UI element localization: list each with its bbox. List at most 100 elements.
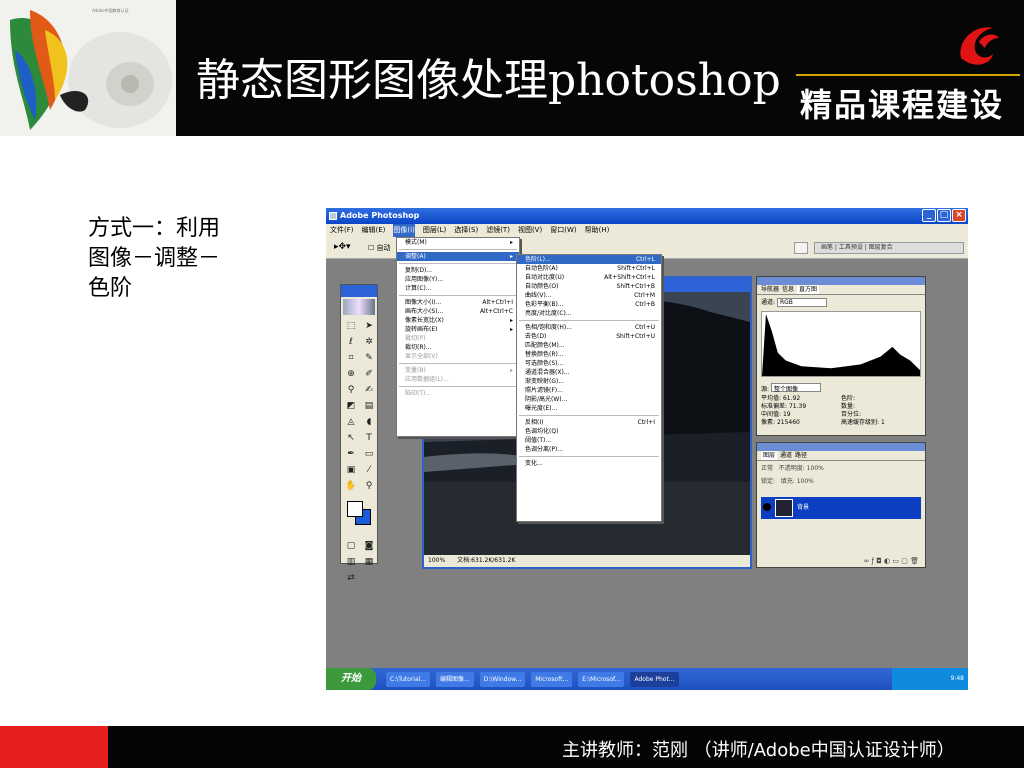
tab-layers[interactable]: 图层 — [761, 451, 778, 460]
crop-tool-icon[interactable]: ⌗ — [343, 351, 359, 365]
history-brush-tool-icon[interactable]: ✍ — [361, 383, 377, 397]
tab-info[interactable]: 信息 — [782, 285, 794, 294]
link-layers-icon[interactable]: ∞ — [863, 557, 869, 565]
taskbar-item[interactable]: D:\Window... — [479, 671, 526, 687]
notes-tool-icon[interactable]: ▣ — [343, 463, 359, 477]
pen-tool-icon[interactable]: ✒ — [343, 447, 359, 461]
adjust-item-variations[interactable]: 变化... — [517, 459, 661, 468]
minimize-button[interactable]: _ — [922, 209, 936, 222]
healing-tool-icon[interactable]: ⊕ — [343, 367, 359, 381]
taskbar-item[interactable]: 编辑图像... — [436, 671, 474, 687]
adjust-item-channel-mixer[interactable]: 通道混合器(X)... — [517, 368, 661, 377]
tab-channels[interactable]: 通道 — [780, 451, 792, 460]
toolbox-header[interactable] — [341, 285, 377, 297]
hand-tool-icon[interactable]: ✋ — [343, 479, 359, 493]
adjust-item-gradient-map[interactable]: 渐变映射(G)... — [517, 377, 661, 386]
standard-mode-icon[interactable]: ▢ — [343, 539, 359, 553]
trash-icon[interactable]: 🗑 — [910, 557, 919, 565]
new-layer-icon[interactable]: ▢ — [901, 557, 908, 565]
tab-paths[interactable]: 路径 — [795, 451, 807, 460]
adjust-item-posterize[interactable]: 色调分离(P)... — [517, 445, 661, 454]
image-menu-item-rotate-canvas[interactable]: 旋转画布(E) ▸ — [397, 325, 519, 334]
adjust-item-threshold[interactable]: 阈值(T)... — [517, 436, 661, 445]
menu-select[interactable]: 选择(S) — [454, 224, 478, 237]
taskbar-item-photoshop[interactable]: Adobe Phot... — [630, 671, 679, 687]
image-menu-item-image-size[interactable]: 图像大小(I)... Alt+Ctrl+I — [397, 298, 519, 307]
adjustment-layer-icon[interactable]: ◐ — [884, 557, 890, 565]
move-tool-icon[interactable]: ➤ — [361, 319, 377, 333]
adjust-item-auto-color[interactable]: 自动颜色(O) Shift+Ctrl+B — [517, 282, 661, 291]
brush-tool-icon[interactable]: ✐ — [361, 367, 377, 381]
palette-well[interactable]: 画笔 | 工具预设 | 图层复合 — [814, 242, 964, 254]
image-menu-item-adjust[interactable]: 调整(A) ▸ — [397, 252, 519, 261]
menu-file[interactable]: 文件(F) — [330, 224, 354, 237]
quick-mask-icon[interactable]: ◙ — [361, 539, 377, 553]
source-select[interactable]: 整个图像 — [770, 383, 821, 393]
blend-mode-select[interactable]: 正常 — [761, 465, 773, 472]
menu-view[interactable]: 视图(V) — [518, 224, 542, 237]
type-tool-icon[interactable]: T — [361, 431, 377, 445]
fill-field[interactable]: 填充: 100% — [781, 478, 814, 485]
magic-wand-tool-icon[interactable]: ✲ — [361, 335, 377, 349]
marquee-tool-icon[interactable]: ⬚ — [343, 319, 359, 333]
adjust-item-photo-filter[interactable]: 照片滤镜(F)... — [517, 386, 661, 395]
slice-tool-icon[interactable]: ✎ — [361, 351, 377, 365]
blur-tool-icon[interactable]: ◬ — [343, 415, 359, 429]
adjust-item-shadow-highlight[interactable]: 阴影/高光(W)... — [517, 395, 661, 404]
lasso-tool-icon[interactable]: ℓ — [343, 335, 359, 349]
taskbar-item[interactable]: Microsoft... — [531, 671, 573, 687]
screen-mode-icon[interactable]: ▥ — [343, 555, 359, 569]
shape-tool-icon[interactable]: ▭ — [361, 447, 377, 461]
adjust-item-auto-contrast[interactable]: 自动对比度(U) Alt+Shift+Ctrl+L — [517, 273, 661, 282]
adjust-item-brightness-contrast[interactable]: 亮度/对比度(C)... — [517, 309, 661, 318]
palette-titlebar[interactable] — [757, 277, 925, 285]
adjust-item-equalize[interactable]: 色调均化(Q) — [517, 427, 661, 436]
zoom-level[interactable]: 100% — [428, 555, 445, 567]
adjust-item-match-color[interactable]: 匹配颜色(M)... — [517, 341, 661, 350]
eye-icon[interactable] — [763, 503, 771, 511]
path-select-tool-icon[interactable]: ↖ — [343, 431, 359, 445]
adjust-item-curves[interactable]: 曲线(V)... Ctrl+M — [517, 291, 661, 300]
channel-select[interactable]: RGB — [776, 298, 827, 307]
adjust-item-desaturate[interactable]: 去色(D) Shift+Ctrl+U — [517, 332, 661, 341]
toolbox-feather-icon[interactable] — [343, 299, 375, 315]
tab-histogram[interactable]: 直方图 — [797, 285, 820, 294]
image-menu-item-canvas-size[interactable]: 画布大小(S)... Alt+Ctrl+C — [397, 307, 519, 316]
menu-filter[interactable]: 滤镜(T) — [486, 224, 510, 237]
menu-edit[interactable]: 编辑(E) — [362, 224, 386, 237]
dodge-tool-icon[interactable]: ◖ — [361, 415, 377, 429]
adjust-item-replace-color[interactable]: 替换颜色(R)... — [517, 350, 661, 359]
full-screen-icon[interactable]: ▦ — [361, 555, 377, 569]
image-menu-item-trim[interactable]: 裁切(R)... — [397, 343, 519, 352]
adjust-item-auto-levels[interactable]: 自动色阶(A) Shift+Ctrl+L — [517, 264, 661, 273]
new-group-icon[interactable]: ▭ — [892, 557, 899, 565]
taskbar-item[interactable]: C:\Tutorial... — [386, 671, 431, 687]
menu-help[interactable]: 帮助(H) — [585, 224, 610, 237]
layer-row-background[interactable]: 背景 — [761, 497, 921, 519]
taskbar-item[interactable]: E:\Microsof... — [578, 671, 625, 687]
adjust-item-selective-color[interactable]: 可选颜色(S)... — [517, 359, 661, 368]
image-menu-item-duplicate[interactable]: 复制(D)... — [397, 266, 519, 275]
image-menu-item-pixel-aspect[interactable]: 像素长宽比(X) ▸ — [397, 316, 519, 325]
adjust-item-hue-saturation[interactable]: 色相/饱和度(H)... Ctrl+U — [517, 323, 661, 332]
stamp-tool-icon[interactable]: ⚲ — [343, 383, 359, 397]
image-menu-item-mode[interactable]: 模式(M) ▸ — [397, 238, 519, 247]
menu-layer[interactable]: 图层(L) — [423, 224, 446, 237]
menu-window[interactable]: 窗口(W) — [550, 224, 576, 237]
eraser-tool-icon[interactable]: ◩ — [343, 399, 359, 413]
eyedropper-tool-icon[interactable]: ⁄ — [361, 463, 377, 477]
palette-well-button[interactable] — [794, 242, 808, 254]
adjust-item-color-balance[interactable]: 色彩平衡(B)... Ctrl+B — [517, 300, 661, 309]
layers-palette-titlebar[interactable] — [757, 443, 925, 451]
image-menu-item-apply-image[interactable]: 应用图像(Y)... — [397, 275, 519, 284]
tab-navigator[interactable]: 导航器 — [761, 285, 779, 294]
jump-to-imageready-icon[interactable]: ⇄ — [343, 571, 359, 585]
layer-style-icon[interactable]: ƒ — [872, 557, 874, 565]
image-menu-item-calculations[interactable]: 计算(C)... — [397, 284, 519, 293]
start-button[interactable]: 开始 — [326, 668, 376, 690]
gradient-tool-icon[interactable]: ▤ — [361, 399, 377, 413]
zoom-tool-icon[interactable]: ⚲ — [361, 479, 377, 493]
maximize-button[interactable]: □ — [937, 209, 951, 222]
mask-icon[interactable]: ◘ — [876, 557, 882, 565]
close-button[interactable]: × — [952, 209, 966, 222]
